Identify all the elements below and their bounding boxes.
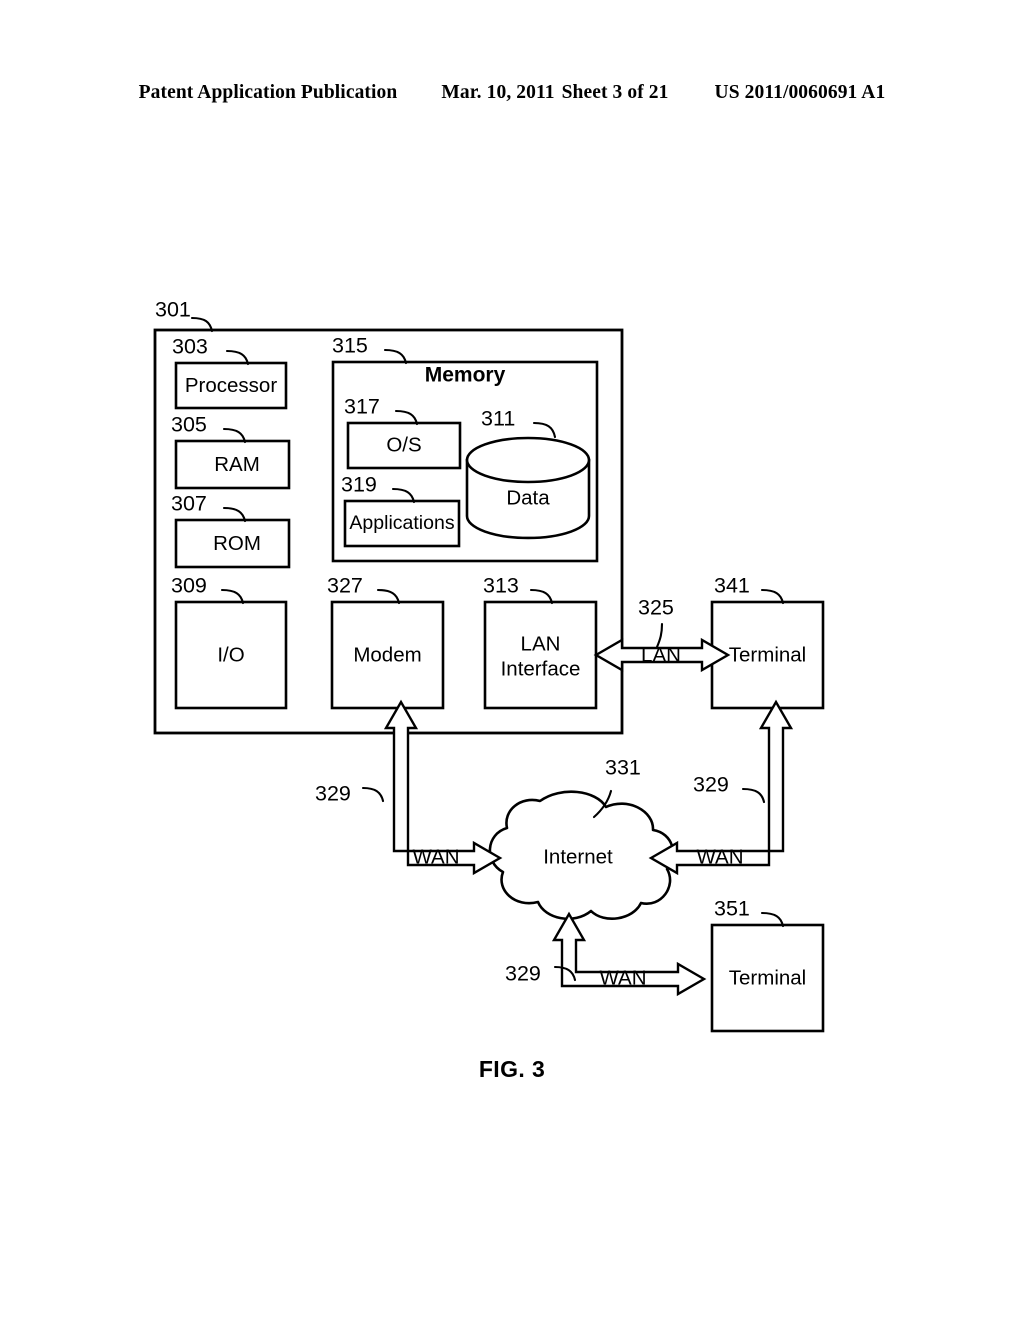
block-diagram: 301 303 Processor 305 RAM 307 ROM 309 I/… xyxy=(153,298,825,1033)
leader-329-left xyxy=(361,786,385,803)
applications-label: Applications xyxy=(349,512,454,534)
ref-317: 317 xyxy=(344,395,380,419)
figure-caption: FIG. 3 xyxy=(478,1056,546,1082)
ref-351: 351 xyxy=(714,897,750,921)
ref-313: 313 xyxy=(483,574,519,598)
figure-3: 301 303 Processor 305 RAM 307 ROM 309 I/… xyxy=(0,0,1024,1320)
ref-329-right: 329 xyxy=(693,773,729,797)
lan-interface-label-line1: LAN xyxy=(521,632,561,655)
ref-303: 303 xyxy=(172,335,208,359)
wan-label-left: WAN xyxy=(412,845,459,868)
wan-label-bottom: WAN xyxy=(599,966,646,989)
ref-329-left: 329 xyxy=(315,782,351,806)
ref-325: 325 xyxy=(638,596,674,620)
processor-label: Processor xyxy=(185,374,277,397)
ref-307: 307 xyxy=(171,492,207,516)
lan-link-label: LAN xyxy=(641,643,681,666)
ref-305: 305 xyxy=(171,413,207,437)
wan-label-right: WAN xyxy=(696,845,743,868)
lan-interface-label-line2: Interface xyxy=(501,657,581,680)
patent-page: Patent Application Publication Mar. 10, … xyxy=(0,0,1024,1320)
ram-label: RAM xyxy=(214,453,260,476)
leader-329-right xyxy=(741,787,766,804)
ref-311: 311 xyxy=(481,407,515,431)
terminal-351-label: Terminal xyxy=(729,966,806,989)
ref-327: 327 xyxy=(327,574,363,598)
ref-341: 341 xyxy=(714,574,750,598)
ref-315: 315 xyxy=(332,334,368,358)
internet-label: Internet xyxy=(543,845,613,868)
modem-label: Modem xyxy=(353,643,421,666)
os-label: O/S xyxy=(386,433,421,456)
ref-309: 309 xyxy=(171,574,207,598)
terminal-341-label: Terminal xyxy=(729,643,806,666)
ref-331: 331 xyxy=(605,756,641,780)
ref-329-bottom: 329 xyxy=(505,962,541,986)
rom-label: ROM xyxy=(213,532,261,555)
memory-title: Memory xyxy=(425,364,506,387)
data-label: Data xyxy=(506,486,550,509)
ref-319: 319 xyxy=(341,473,377,497)
io-label: I/O xyxy=(217,643,244,666)
ref-301: 301 xyxy=(155,298,191,322)
